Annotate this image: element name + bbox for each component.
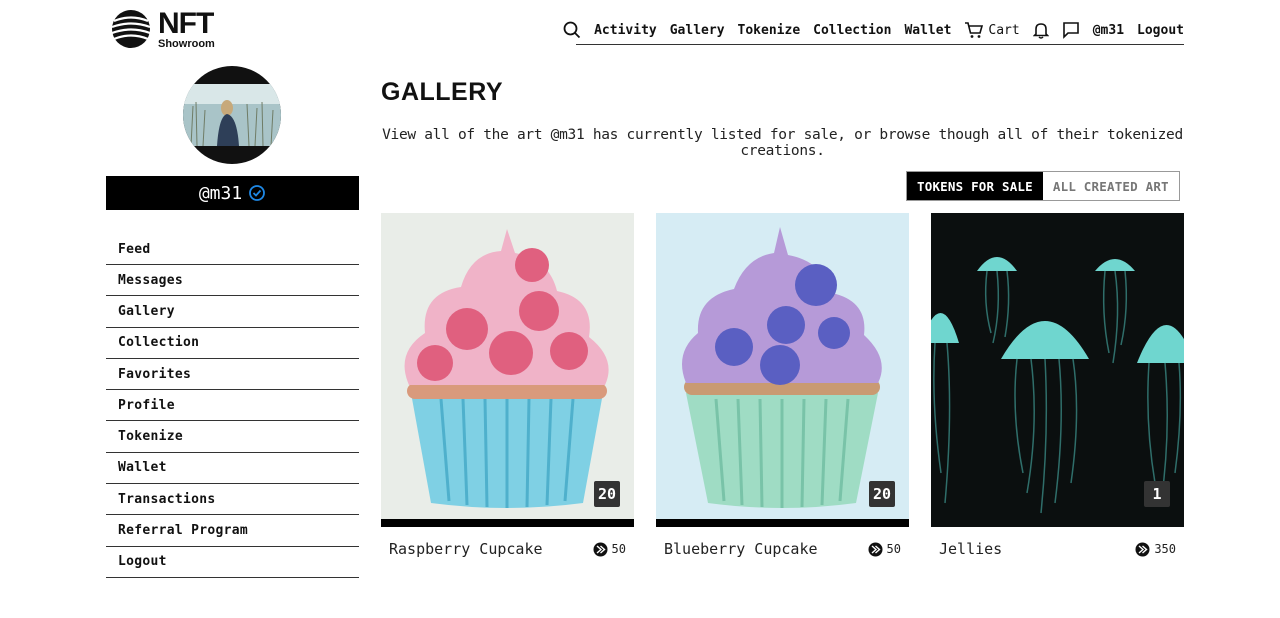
- edition-count-badge: 1: [1144, 481, 1170, 507]
- nav-wallet-link[interactable]: Wallet: [904, 23, 951, 38]
- page-subtitle: View all of the art @m31 has currently l…: [382, 127, 1183, 159]
- top-navigation: Activity Gallery Tokenize Collection Wal…: [563, 16, 1184, 45]
- sidebar-menu: Feed Messages Gallery Collection Favorit…: [106, 234, 359, 578]
- sidebar-item-favorites[interactable]: Favorites: [106, 359, 359, 391]
- gallery-filter-toggle: TOKENS FOR SALE ALL CREATED ART: [906, 171, 1180, 201]
- brand-subname: Showroom: [158, 37, 215, 50]
- art-title[interactable]: Raspberry Cupcake: [389, 540, 543, 558]
- raspberry-cupcake-image: [381, 213, 634, 527]
- nav-logout-link[interactable]: Logout: [1137, 23, 1184, 38]
- page-title: GALLERY: [381, 78, 504, 106]
- avatar[interactable]: [183, 66, 281, 164]
- nav-user-link[interactable]: @m31: [1093, 23, 1124, 38]
- art-card[interactable]: 20 Blueberry Cupcake 50: [656, 213, 909, 558]
- avatar-photo: [183, 84, 281, 147]
- nav-tokenize-link[interactable]: Tokenize: [738, 23, 801, 38]
- sidebar-item-tokenize[interactable]: Tokenize: [106, 421, 359, 453]
- tokens-for-sale-tab[interactable]: TOKENS FOR SALE: [907, 172, 1043, 200]
- all-created-art-tab[interactable]: ALL CREATED ART: [1042, 172, 1179, 200]
- art-image[interactable]: 20: [381, 213, 634, 527]
- brand-logo[interactable]: NFT Showroom: [110, 8, 215, 50]
- art-image[interactable]: 20: [656, 213, 909, 527]
- sidebar-item-messages[interactable]: Messages: [106, 265, 359, 297]
- sidebar-item-wallet[interactable]: Wallet: [106, 453, 359, 485]
- blueberry-cupcake-image: [656, 213, 909, 527]
- art-price: 350: [1135, 542, 1176, 557]
- sidebar-item-transactions[interactable]: Transactions: [106, 484, 359, 516]
- art-card[interactable]: 20 Raspberry Cupcake 50: [381, 213, 634, 558]
- search-icon[interactable]: [563, 21, 581, 39]
- art-price: 50: [868, 542, 901, 557]
- sidebar-item-feed[interactable]: Feed: [106, 234, 359, 265]
- sidebar-item-profile[interactable]: Profile: [106, 390, 359, 422]
- art-price: 50: [593, 542, 626, 557]
- currency-icon: [868, 542, 883, 556]
- sidebar-item-referral-program[interactable]: Referral Program: [106, 515, 359, 547]
- cart-label: Cart: [988, 22, 1020, 38]
- cart-icon: [965, 22, 984, 38]
- profile-username: @m31: [106, 176, 359, 210]
- sidebar-item-collection[interactable]: Collection: [106, 328, 359, 359]
- sidebar-item-gallery[interactable]: Gallery: [106, 296, 359, 328]
- sidebar-item-logout[interactable]: Logout: [106, 547, 359, 578]
- price-value: 350: [1154, 542, 1176, 556]
- currency-icon: [1135, 542, 1150, 556]
- art-card[interactable]: 1 Jellies 350: [931, 213, 1184, 558]
- art-title[interactable]: Blueberry Cupcake: [664, 540, 818, 558]
- card-stripe: [381, 519, 634, 527]
- messages-icon[interactable]: [1062, 21, 1080, 39]
- verified-check-icon: [249, 185, 266, 201]
- currency-icon: [593, 542, 608, 556]
- nav-cart-link[interactable]: Cart: [964, 21, 1020, 39]
- username-text: @m31: [198, 182, 243, 204]
- brand-name: NFT: [158, 6, 214, 40]
- nav-collection-link[interactable]: Collection: [813, 23, 891, 38]
- price-value: 50: [611, 542, 626, 556]
- art-title[interactable]: Jellies: [939, 540, 1002, 558]
- nav-gallery-link[interactable]: Gallery: [670, 23, 725, 38]
- edition-count-badge: 20: [869, 481, 895, 507]
- logo-globe-icon: [111, 10, 151, 48]
- nav-activity-link[interactable]: Activity: [594, 23, 657, 38]
- edition-count-badge: 20: [594, 481, 620, 507]
- bell-icon[interactable]: [1032, 21, 1049, 39]
- price-value: 50: [886, 542, 901, 556]
- card-stripe: [656, 519, 909, 527]
- art-image[interactable]: 1: [931, 213, 1184, 527]
- jellies-image: [931, 213, 1184, 527]
